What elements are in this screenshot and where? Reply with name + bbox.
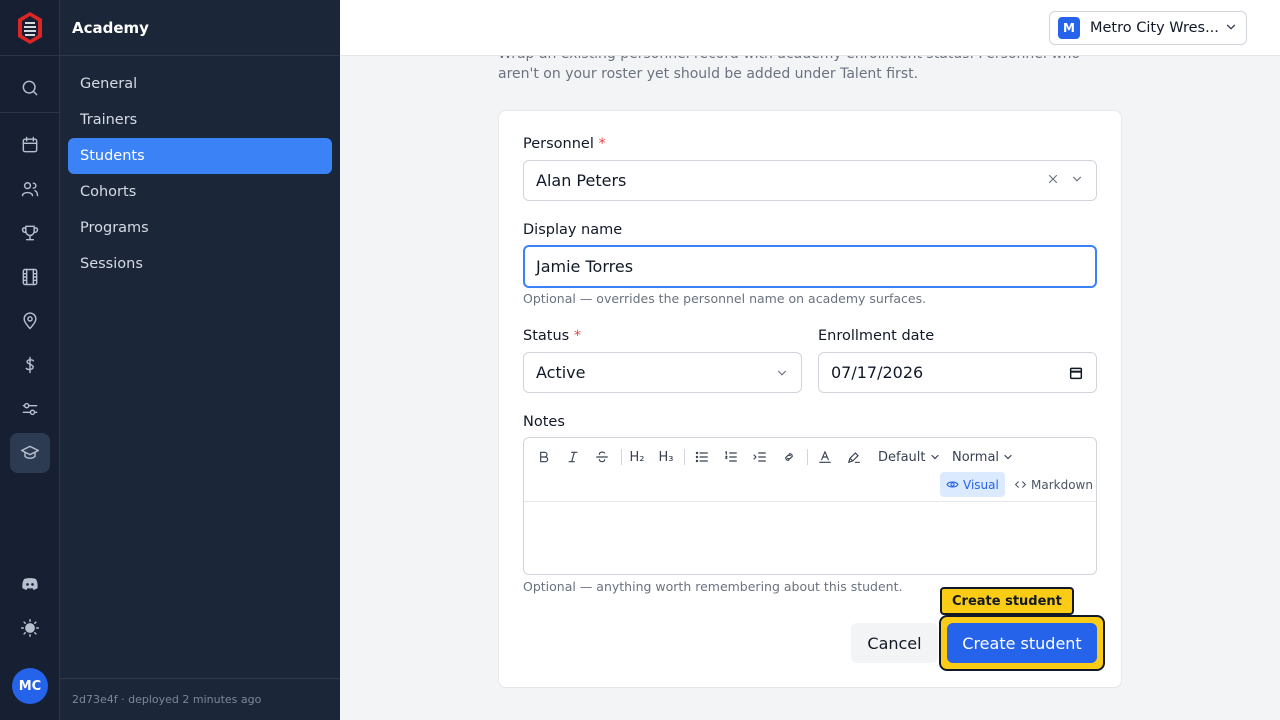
notes-hint: Optional — anything worth remembering ab… <box>523 579 903 594</box>
form-description: Wrap an existing personnel record with a… <box>498 56 1080 82</box>
chevron-down-icon <box>930 454 939 460</box>
map-pin-icon[interactable] <box>10 301 50 341</box>
enrollment-date-input[interactable]: 07/17/2026 <box>818 352 1097 393</box>
notes-label: Notes <box>523 414 565 430</box>
personnel-label: Personnel * <box>523 136 606 152</box>
eye-icon <box>946 481 959 488</box>
strikethrough-icon[interactable] <box>590 446 614 468</box>
chevron-down-icon <box>1224 19 1238 38</box>
chevron-down-icon <box>1070 171 1084 190</box>
academy-sidebar: Academy General Trainers Students Cohort… <box>60 0 340 720</box>
font-family-select[interactable]: Default <box>878 446 941 468</box>
main-content: Wrap an existing personnel record with a… <box>340 56 1280 720</box>
create-student-button[interactable]: Create student <box>947 623 1097 663</box>
top-bar: M Metro City Wres... <box>340 0 1280 56</box>
avatar[interactable]: MC <box>12 668 48 704</box>
link-icon[interactable] <box>777 446 801 468</box>
italic-icon[interactable] <box>561 446 585 468</box>
notes-textarea[interactable] <box>524 502 1096 574</box>
calendar-icon[interactable] <box>1068 365 1084 381</box>
heading-3-icon[interactable]: H₃ <box>654 446 678 468</box>
display-name-label: Display name <box>523 222 623 238</box>
text-color-icon[interactable] <box>813 446 837 468</box>
student-form-card: Personnel * Alan Peters Display name Jam… <box>498 110 1122 688</box>
font-family-value: Default <box>878 449 926 465</box>
font-size-value: Normal <box>952 449 1000 465</box>
status-value: Active <box>536 363 586 382</box>
sidebar-item-students[interactable]: Students <box>68 138 332 174</box>
bold-icon[interactable] <box>532 446 556 468</box>
indent-icon[interactable] <box>748 446 772 468</box>
font-size-select[interactable]: Normal <box>952 446 1014 468</box>
users-icon[interactable] <box>10 169 50 209</box>
sliders-icon[interactable] <box>10 389 50 429</box>
markdown-mode-button[interactable]: Markdown <box>1010 472 1097 497</box>
code-icon <box>1014 481 1027 488</box>
clear-icon[interactable] <box>1046 171 1060 190</box>
sidebar-item-trainers[interactable]: Trainers <box>68 102 332 138</box>
status-select[interactable]: Active <box>523 352 802 393</box>
enrollment-date-value: 07/17/2026 <box>831 363 924 382</box>
personnel-value: Alan Peters <box>536 171 627 190</box>
highlighter-icon[interactable] <box>842 446 866 468</box>
personnel-select[interactable]: Alan Peters <box>523 160 1097 201</box>
sidebar-title: Academy <box>60 0 340 56</box>
heading-2-icon[interactable]: H₂ <box>625 446 649 468</box>
graduation-cap-icon[interactable] <box>10 433 50 473</box>
discord-icon[interactable] <box>10 564 50 604</box>
chevron-down-icon <box>775 366 789 380</box>
display-name-value: Jamie Torres <box>536 257 634 276</box>
icon-rail: MC <box>0 0 60 720</box>
enrollment-date-label: Enrollment date <box>818 328 935 344</box>
calendar-icon[interactable] <box>10 125 50 165</box>
sidebar-item-programs[interactable]: Programs <box>68 210 332 246</box>
logo-icon[interactable] <box>14 10 46 46</box>
trophy-icon[interactable] <box>10 213 50 253</box>
org-badge: M <box>1058 17 1080 39</box>
status-label: Status * <box>523 328 582 344</box>
chevron-down-icon <box>1004 454 1012 460</box>
sidebar-item-general[interactable]: General <box>68 66 332 102</box>
editor-toolbar: H₂ H₃ Default Normal Visual Markdown <box>524 438 1096 502</box>
notes-editor: H₂ H₃ Default Normal Visual Markdown <box>523 437 1097 575</box>
sidebar-item-sessions[interactable]: Sessions <box>68 246 332 282</box>
film-icon[interactable] <box>10 257 50 297</box>
sidebar-item-cohorts[interactable]: Cohorts <box>68 174 332 210</box>
org-switcher[interactable]: M Metro City Wres... <box>1049 11 1247 45</box>
deploy-status: 2d73e4f · deployed 2 minutes ago <box>60 678 340 720</box>
dollar-icon[interactable] <box>10 345 50 385</box>
visual-mode-button[interactable]: Visual <box>940 472 1005 497</box>
display-name-hint: Optional — overrides the personnel name … <box>523 291 927 306</box>
search-icon[interactable] <box>10 68 50 108</box>
create-student-highlight: Create student <box>939 615 1105 671</box>
org-name: Metro City Wres... <box>1090 20 1218 36</box>
display-name-input[interactable]: Jamie Torres <box>523 245 1097 288</box>
bullet-list-icon[interactable] <box>690 446 714 468</box>
cancel-button[interactable]: Cancel <box>851 623 938 663</box>
create-student-tooltip: Create student <box>940 587 1074 615</box>
sun-icon[interactable] <box>10 608 50 648</box>
numbered-list-icon[interactable] <box>719 446 743 468</box>
